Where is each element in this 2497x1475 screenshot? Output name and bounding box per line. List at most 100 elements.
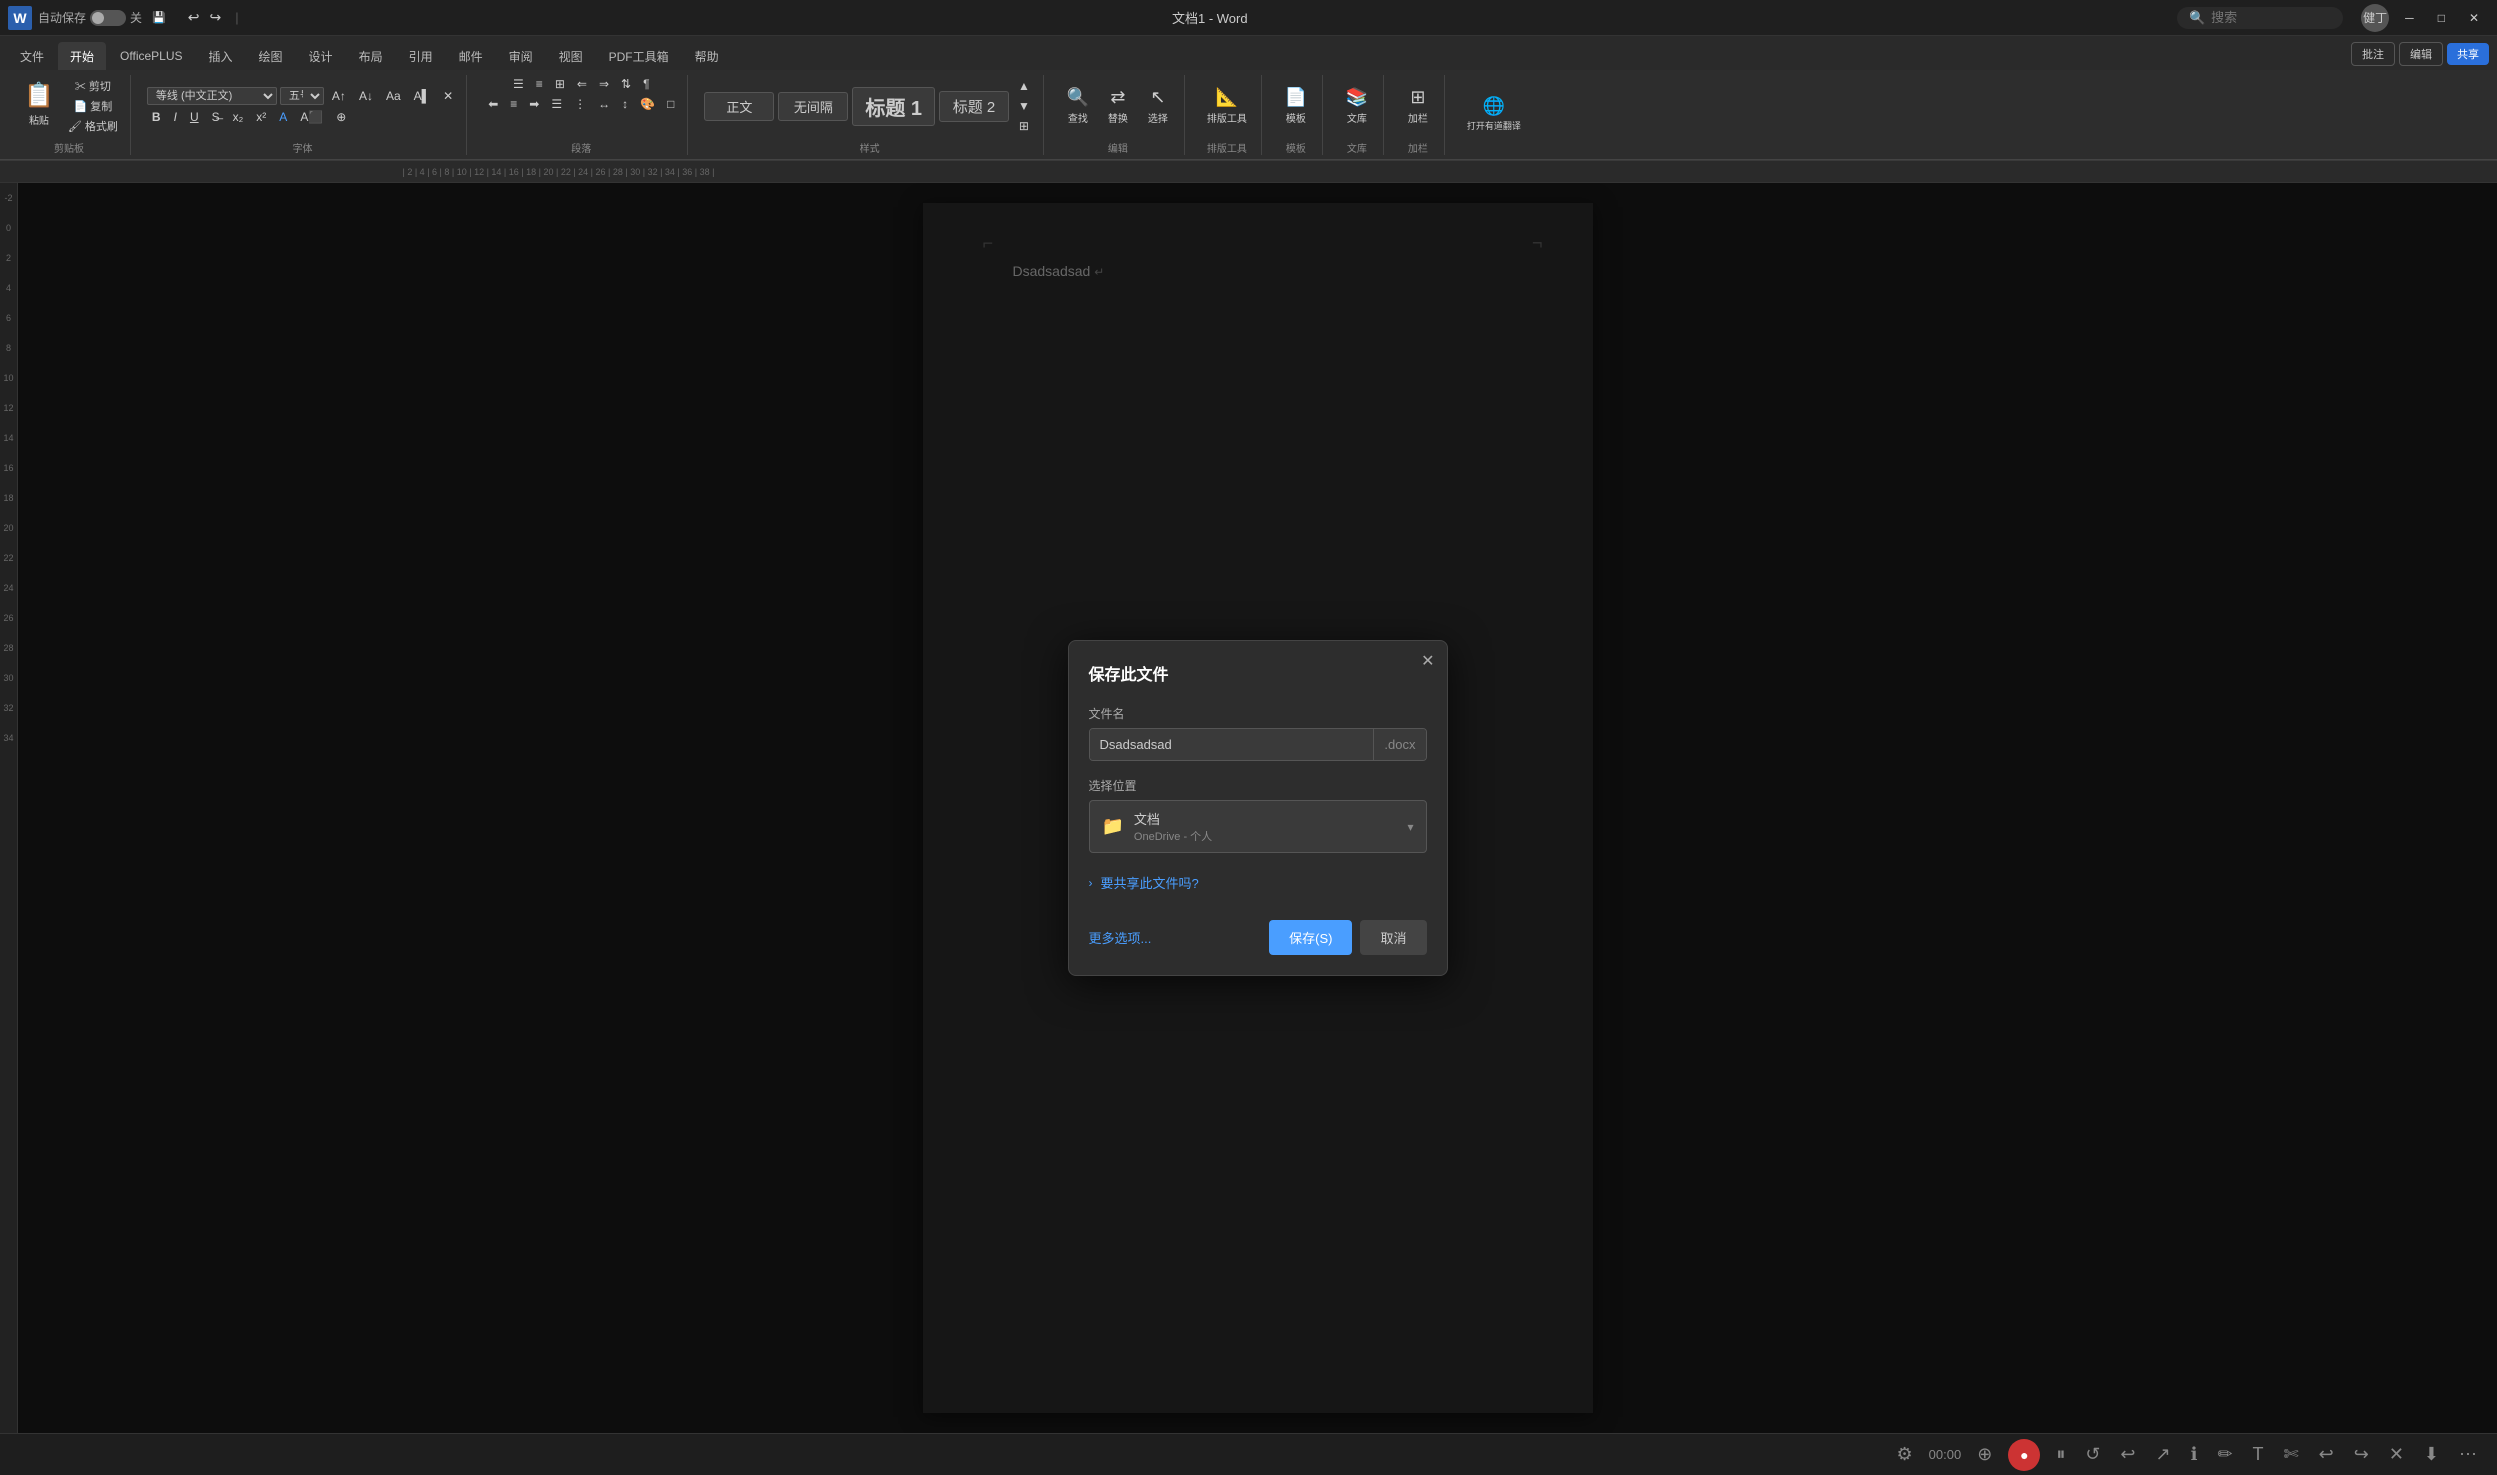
- search-input[interactable]: [2211, 10, 2331, 25]
- subscript-button[interactable]: x₂: [228, 108, 249, 126]
- document-area[interactable]: ⌐ ¬ Dsadsadsad ↵ 保存此文件 ✕ 文件名 .docx 选择位置 …: [18, 183, 2497, 1433]
- bullet-list-button[interactable]: ☰: [508, 75, 529, 93]
- share-button[interactable]: 共享: [2447, 43, 2489, 65]
- user-avatar[interactable]: 健丁: [2361, 4, 2389, 32]
- filename-input[interactable]: [1090, 729, 1374, 760]
- line-spacing-button[interactable]: ↕: [617, 95, 633, 113]
- tab-design[interactable]: 设计: [297, 42, 345, 70]
- strikethrough-button[interactable]: S̶: [207, 108, 225, 126]
- location-selector[interactable]: 📁 文档 OneDrive - 个人 ▾: [1089, 800, 1427, 853]
- shrink-font-button[interactable]: A↓: [354, 87, 378, 105]
- close-button[interactable]: ✕: [2459, 7, 2489, 29]
- replace-button[interactable]: ⇄ 替换: [1100, 83, 1136, 129]
- align-right-button[interactable]: ➡: [524, 95, 544, 113]
- close-bottom-button[interactable]: ✕: [2385, 1440, 2408, 1469]
- info-button[interactable]: ℹ: [2187, 1440, 2202, 1469]
- text-button[interactable]: T: [2249, 1440, 2268, 1469]
- pause-button[interactable]: ⏸: [2052, 1440, 2069, 1469]
- bold-button[interactable]: B: [147, 108, 166, 126]
- char-shading-button[interactable]: A⬛: [295, 108, 328, 126]
- font-settings-button[interactable]: ⊕: [331, 108, 351, 126]
- border-button[interactable]: □: [662, 95, 679, 113]
- more-bottom-button[interactable]: ⋯: [2455, 1440, 2481, 1469]
- increase-indent-button[interactable]: ⇒: [594, 75, 614, 93]
- clear-format-button[interactable]: ✕: [438, 87, 458, 105]
- italic-button[interactable]: I: [169, 108, 182, 126]
- more-options-button[interactable]: 更多选项...: [1089, 928, 1152, 947]
- redo-button[interactable]: ↪: [205, 7, 225, 28]
- autosave-toggle[interactable]: [90, 10, 126, 26]
- font-size-select[interactable]: 五号: [280, 87, 324, 105]
- undo-button[interactable]: ↩: [184, 7, 204, 28]
- paste-button[interactable]: 📋 粘贴: [16, 77, 62, 135]
- sort-button[interactable]: ⇅: [616, 75, 636, 93]
- templates-button[interactable]: 📄 模板: [1278, 83, 1314, 129]
- cut-button[interactable]: ✂ 剪切: [64, 77, 122, 95]
- superscript-button[interactable]: x²: [251, 108, 271, 126]
- dialog-close-button[interactable]: ✕: [1421, 651, 1434, 671]
- copy-button[interactable]: 📄 复制: [64, 97, 122, 115]
- refresh-bottom-button[interactable]: ↺: [2081, 1440, 2104, 1469]
- change-case-button[interactable]: Aa: [381, 87, 406, 105]
- typesetting-tools-button[interactable]: 📐 排版工具: [1201, 83, 1253, 129]
- save-button[interactable]: 💾: [148, 10, 170, 25]
- tab-mailings[interactable]: 邮件: [447, 42, 495, 70]
- pen-button[interactable]: ✏: [2213, 1440, 2236, 1469]
- edit-button[interactable]: 编辑: [2399, 42, 2443, 66]
- style-heading2[interactable]: 标题 2: [939, 91, 1009, 122]
- decrease-indent-button[interactable]: ⇐: [572, 75, 592, 93]
- style-normal[interactable]: 正文: [704, 92, 774, 121]
- expand-bottom-button[interactable]: ⊕: [1973, 1440, 1996, 1469]
- format-paint-button[interactable]: 🖌 格式刷: [64, 117, 122, 135]
- save-confirm-button[interactable]: 保存(S): [1269, 920, 1352, 955]
- select-button[interactable]: ↖ 选择: [1140, 83, 1176, 129]
- font-name-select[interactable]: 等线 (中文正文): [147, 87, 277, 105]
- undo2-button[interactable]: ↩: [2315, 1440, 2338, 1469]
- shading-button[interactable]: 🎨: [635, 95, 660, 113]
- add-column-button[interactable]: ⊞ 加栏: [1400, 83, 1436, 129]
- tab-pdf[interactable]: PDF工具箱: [597, 42, 681, 70]
- styles-scroll-up[interactable]: ▲: [1013, 77, 1035, 95]
- justify-button[interactable]: ☰: [546, 95, 567, 113]
- record-button[interactable]: ●: [2008, 1439, 2040, 1471]
- highlight-button[interactable]: A▌: [409, 87, 436, 105]
- tab-draw[interactable]: 绘图: [247, 42, 295, 70]
- restore-button[interactable]: □: [2428, 7, 2455, 29]
- distribute-button[interactable]: ↔: [593, 95, 615, 113]
- redo2-button[interactable]: ↪: [2350, 1440, 2373, 1469]
- settings-bottom-button[interactable]: ⚙: [1893, 1440, 1917, 1469]
- multilevel-list-button[interactable]: ⊞: [550, 75, 570, 93]
- minimize-button[interactable]: ─: [2395, 7, 2424, 29]
- styles-expand[interactable]: ⊞: [1013, 117, 1035, 135]
- tab-insert[interactable]: 插入: [197, 42, 245, 70]
- tab-layout[interactable]: 布局: [347, 42, 395, 70]
- grow-font-button[interactable]: A↑: [327, 87, 351, 105]
- underline-button[interactable]: U: [185, 108, 204, 126]
- undo-bottom-button[interactable]: ↩: [2116, 1440, 2139, 1469]
- tab-file[interactable]: 文件: [8, 42, 56, 70]
- numbered-list-button[interactable]: ≡: [531, 75, 548, 93]
- library-button[interactable]: 📚 文库: [1339, 83, 1375, 129]
- tab-officeplus[interactable]: OfficePLUS: [108, 42, 194, 70]
- align-left-button[interactable]: ⬅: [483, 95, 503, 113]
- tab-references[interactable]: 引用: [397, 42, 445, 70]
- font-color-button[interactable]: A: [274, 108, 292, 126]
- download-button[interactable]: ⬇: [2420, 1440, 2443, 1469]
- comments-button[interactable]: 批注: [2351, 42, 2395, 66]
- style-heading1[interactable]: 标题 1: [852, 87, 935, 126]
- style-no-space[interactable]: 无间隔: [778, 92, 848, 121]
- cancel-button[interactable]: 取消: [1360, 920, 1426, 955]
- show-marks-button[interactable]: ¶: [638, 75, 654, 93]
- find-button[interactable]: 🔍 查找: [1060, 83, 1096, 129]
- tab-review[interactable]: 审阅: [497, 42, 545, 70]
- styles-scroll-down[interactable]: ▼: [1013, 97, 1035, 115]
- translate-button[interactable]: 🌐 打开有道翻译: [1461, 92, 1527, 136]
- tab-view[interactable]: 视图: [547, 42, 595, 70]
- align-center-button[interactable]: ≡: [505, 95, 522, 113]
- share-section[interactable]: › 要共享此文件吗?: [1089, 869, 1427, 896]
- scissors-button[interactable]: ✄: [2280, 1440, 2303, 1469]
- tab-home[interactable]: 开始: [58, 42, 106, 70]
- arrow-bottom-button[interactable]: ↗: [2152, 1440, 2175, 1469]
- col-justify-button[interactable]: ⋮: [569, 95, 591, 113]
- tab-help[interactable]: 帮助: [683, 42, 731, 70]
